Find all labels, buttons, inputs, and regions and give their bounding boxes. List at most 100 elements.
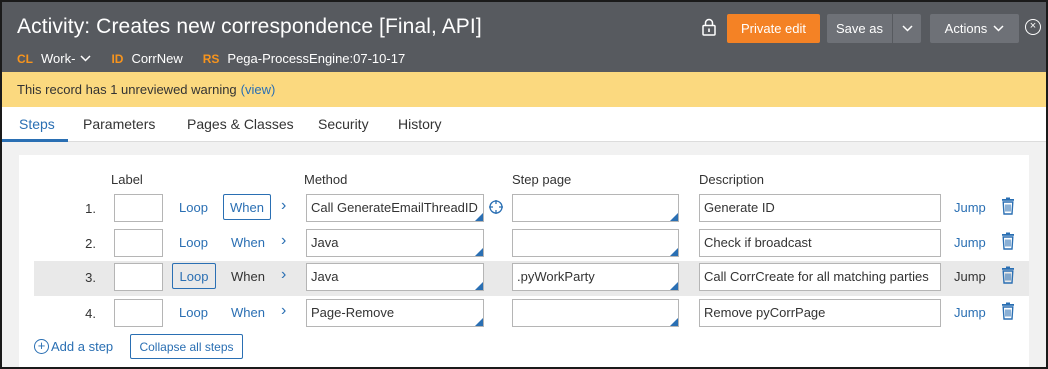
jump-link[interactable]: Jump	[954, 235, 986, 250]
step-number: 4.	[85, 306, 96, 321]
autocomplete-corner-icon	[670, 282, 678, 290]
step-page-value: .pyWorkParty	[517, 269, 595, 284]
method-input[interactable]: Java	[306, 263, 484, 291]
trash-icon[interactable]	[1001, 302, 1015, 320]
method-input[interactable]: Call GenerateEmailThreadID	[306, 194, 484, 222]
column-header-method: Method	[304, 172, 348, 187]
autocomplete-corner-icon	[475, 248, 483, 256]
step-row: 2. Loop When › Java Check if broadcast J…	[19, 227, 1014, 262]
collapse-all-steps-button[interactable]: Collapse all steps	[130, 334, 243, 359]
trash-icon[interactable]	[1001, 266, 1015, 284]
class-key: CL	[17, 51, 33, 66]
view-warnings-link[interactable]: (view)	[241, 82, 276, 97]
autocomplete-corner-icon	[670, 318, 678, 326]
loop-link[interactable]: Loop	[179, 235, 208, 250]
record-header: Activity: Creates new correspondence [Fi…	[2, 2, 1046, 72]
tab-bar: Steps Parameters Pages & Classes Securit…	[2, 107, 1046, 142]
step-number: 1.	[85, 201, 96, 216]
description-value: Check if broadcast	[704, 235, 812, 250]
jump-link[interactable]: Jump	[954, 269, 986, 284]
class-selector[interactable]: Work-	[41, 51, 91, 66]
class-value: Work-	[41, 51, 76, 66]
description-value: Generate ID	[704, 200, 775, 215]
method-value: Page-Remove	[311, 305, 395, 320]
step-number: 2.	[85, 236, 96, 251]
when-link[interactable]: When	[231, 269, 265, 284]
step-label-input[interactable]	[114, 229, 163, 257]
step-row-selected: 3. Loop When › Java .pyWorkParty Call Co…	[34, 261, 1029, 296]
loop-button[interactable]: Loop	[172, 263, 216, 289]
chevron-down-icon	[80, 55, 91, 62]
description-input[interactable]: Call CorrCreate for all matching parties	[699, 263, 941, 291]
jump-link[interactable]: Jump	[954, 305, 986, 320]
tab-parameters[interactable]: Parameters	[83, 116, 155, 132]
actions-label: Actions	[944, 21, 988, 36]
step-label-input[interactable]	[114, 194, 163, 222]
plus-circle-icon: +	[34, 339, 49, 354]
page-title: Activity: Creates new correspondence [Fi…	[17, 15, 482, 38]
activity-form: Activity: Creates new correspondence [Fi…	[0, 0, 1048, 369]
tab-security[interactable]: Security	[318, 116, 369, 132]
autocomplete-corner-icon	[475, 282, 483, 290]
tab-steps[interactable]: Steps	[19, 116, 55, 132]
tab-history[interactable]: History	[398, 116, 442, 132]
step-page-input[interactable]	[512, 229, 679, 257]
jump-link[interactable]: Jump	[954, 200, 986, 215]
chevron-right-icon[interactable]: ›	[281, 232, 286, 250]
chevron-right-icon[interactable]: ›	[281, 302, 286, 320]
trash-icon[interactable]	[1001, 232, 1015, 250]
step-label-input[interactable]	[114, 299, 163, 327]
description-value: Remove pyCorrPage	[704, 305, 826, 320]
column-header-label: Label	[111, 172, 143, 187]
step-page-input[interactable]	[512, 194, 679, 222]
chevron-right-icon[interactable]: ›	[281, 197, 286, 215]
crosshair-icon[interactable]	[488, 199, 504, 215]
loop-link[interactable]: Loop	[179, 305, 208, 320]
autocomplete-corner-icon	[670, 248, 678, 256]
trash-icon[interactable]	[1001, 197, 1015, 215]
autocomplete-corner-icon	[475, 213, 483, 221]
record-meta: CL Work- ID CorrNew RS Pega-ProcessEngin…	[17, 51, 425, 66]
step-row: 4. Loop When › Page-Remove Remove pyCorr…	[19, 297, 1014, 332]
loop-link[interactable]: Loop	[179, 200, 208, 215]
add-step-label: Add a step	[51, 339, 114, 354]
private-edit-button[interactable]: Private edit	[727, 14, 820, 43]
warning-bar: This record has 1 unreviewed warning (vi…	[2, 72, 1046, 107]
close-icon[interactable]: ×	[1025, 19, 1041, 35]
autocomplete-corner-icon	[475, 318, 483, 326]
chevron-right-icon[interactable]: ›	[281, 266, 286, 284]
save-as-dropdown-button[interactable]	[893, 14, 921, 43]
description-input[interactable]: Remove pyCorrPage	[699, 299, 941, 327]
save-as-button[interactable]: Save as	[827, 14, 892, 43]
description-input[interactable]: Generate ID	[699, 194, 941, 222]
autocomplete-corner-icon	[670, 213, 678, 221]
method-input[interactable]: Page-Remove	[306, 299, 484, 327]
when-link[interactable]: When	[231, 305, 265, 320]
description-input[interactable]: Check if broadcast	[699, 229, 941, 257]
id-value: CorrNew	[131, 51, 183, 66]
method-value: Java	[311, 269, 339, 284]
description-value: Call CorrCreate for all matching parties	[704, 269, 929, 284]
steps-content: Label Method Step page Description 1. Lo…	[2, 142, 1046, 367]
step-number: 3.	[85, 270, 96, 285]
method-input[interactable]: Java	[306, 229, 484, 257]
step-page-input[interactable]	[512, 299, 679, 327]
column-header-description: Description	[699, 172, 765, 187]
step-label-input[interactable]	[114, 263, 163, 291]
tab-pages-classes[interactable]: Pages & Classes	[187, 116, 294, 132]
add-step-link[interactable]: + Add a step	[34, 339, 113, 354]
chevron-down-icon	[901, 25, 913, 32]
rs-key: RS	[202, 51, 220, 66]
actions-button[interactable]: Actions	[930, 14, 1019, 43]
step-row: 1. Loop When › Call GenerateEmailThreadI…	[19, 192, 1014, 227]
warning-text: This record has 1 unreviewed warning	[17, 82, 237, 97]
method-value: Call GenerateEmailThreadID	[311, 200, 478, 215]
when-link[interactable]: When	[231, 235, 265, 250]
chevron-down-icon	[993, 25, 1004, 32]
method-value: Java	[311, 235, 339, 250]
column-header-step-page: Step page	[512, 172, 572, 187]
step-page-input[interactable]: .pyWorkParty	[512, 263, 679, 291]
id-key: ID	[111, 51, 124, 66]
when-button[interactable]: When	[223, 194, 271, 220]
ruleset-value: Pega-ProcessEngine:07-10-17	[227, 51, 406, 66]
